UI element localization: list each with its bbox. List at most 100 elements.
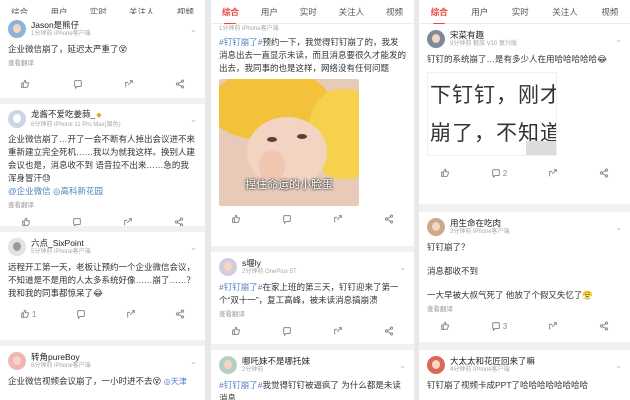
translate-link[interactable]: 查看翻译: [8, 59, 197, 69]
avatar[interactable]: [8, 20, 26, 38]
share-icon: [384, 326, 394, 336]
action-bar: [211, 320, 414, 342]
post-card[interactable]: 宋菜有趣 9分钟前 魅族 V10 复兴版 ⌄ 钉钉的系统崩了…是有多少人在用哈哈…: [419, 24, 630, 204]
chevron-down-icon[interactable]: ⌄: [396, 361, 406, 370]
post-username[interactable]: Jason是熊仔: [31, 20, 187, 30]
comment-button[interactable]: [73, 79, 83, 89]
post-username[interactable]: 转角pureBoy: [31, 352, 187, 362]
comment-button[interactable]: 3: [491, 321, 507, 331]
chevron-down-icon[interactable]: ⌄: [396, 263, 406, 272]
tab-users[interactable]: 用户: [469, 2, 490, 22]
tab-following[interactable]: 关注人: [337, 2, 367, 22]
post-card[interactable]: 六点_SixPoint 5分钟前 iPhone客户端 ⌄ 远程开工第一天，老板让…: [0, 232, 205, 340]
like-button[interactable]: [20, 79, 32, 89]
post-username[interactable]: 哪吒妹不是哪托妹: [242, 356, 396, 366]
chevron-down-icon[interactable]: ⌄: [612, 223, 622, 232]
like-button[interactable]: [231, 214, 241, 224]
share-button[interactable]: [174, 217, 184, 226]
tab-video[interactable]: 视频: [384, 2, 405, 22]
avatar[interactable]: [427, 218, 445, 236]
comment-icon: [282, 214, 292, 224]
post-username[interactable]: 六点_SixPoint: [31, 238, 187, 248]
comment-button[interactable]: 2: [491, 168, 507, 178]
like-button[interactable]: [21, 217, 31, 226]
translate-link[interactable]: 查看翻译: [427, 305, 622, 315]
share-button[interactable]: [175, 79, 185, 89]
location-link[interactable]: 天津: [171, 377, 187, 386]
chevron-down-icon[interactable]: ⌄: [187, 115, 197, 124]
post-card[interactable]: 哪吒妹不是哪托妹 2分钟前 ⌄ #钉钉崩了#我觉得钉钉被逼疯了 为什么都是未读消…: [211, 350, 414, 400]
avatar[interactable]: [8, 352, 26, 370]
post-image[interactable]: 下钉钉，刚才 崩了，不知道: [427, 72, 557, 156]
comment-button[interactable]: [72, 217, 82, 226]
repost-button[interactable]: [124, 79, 134, 89]
translate-link[interactable]: 查看翻译: [219, 310, 406, 320]
chevron-down-icon[interactable]: ⌄: [187, 357, 197, 366]
action-bar: [211, 208, 414, 230]
post-card[interactable]: 龙酱不爱吃姜蒜_◆ 6分钟前 iPhone 11 Pro Max(银色) ⌄ 企…: [0, 104, 205, 226]
chevron-down-icon[interactable]: ⌄: [187, 25, 197, 34]
topic-link[interactable]: #钉钉崩了#: [219, 37, 262, 47]
tab-realtime[interactable]: 实时: [298, 2, 319, 22]
repost-button[interactable]: [548, 168, 558, 178]
action-bar: 3: [419, 315, 630, 337]
thumbs-up-icon: [21, 217, 31, 226]
post-card[interactable]: s堰ly 2分钟前 OnePlus 5T ⌄ #钉钉崩了#在家上班的第三天，钉钉…: [211, 252, 414, 344]
like-button[interactable]: [440, 321, 450, 331]
post-card[interactable]: 用生命在吃肉 3分钟前 iPhone客户端 ⌄ 钉钉崩了？ 消息都收不到 一大早…: [419, 212, 630, 342]
repost-button[interactable]: [126, 309, 136, 319]
repost-icon: [123, 217, 133, 226]
post-username[interactable]: 大太太和花匠回来了嘛: [450, 356, 612, 366]
like-button[interactable]: 1: [20, 309, 36, 319]
post-username[interactable]: 宋菜有趣: [450, 30, 612, 40]
share-button[interactable]: [599, 321, 609, 331]
tab-comprehensive[interactable]: 综合: [220, 2, 241, 25]
translate-link[interactable]: 查看翻译: [8, 201, 197, 211]
comment-button[interactable]: [282, 326, 292, 336]
repost-icon: [124, 79, 134, 89]
tab-users[interactable]: 用户: [259, 2, 280, 22]
tab-comprehensive[interactable]: 综合: [429, 2, 450, 25]
chevron-down-icon[interactable]: ⌄: [612, 35, 622, 44]
share-button[interactable]: [599, 168, 609, 178]
post-meta: 4分钟前 iPhone客户端: [450, 366, 510, 373]
post-username[interactable]: 用生命在吃肉: [450, 218, 612, 228]
comment-button[interactable]: [282, 214, 292, 224]
avatar[interactable]: [8, 238, 26, 256]
tab-video[interactable]: 视频: [599, 2, 620, 22]
post-username[interactable]: 龙酱不爱吃姜蒜_◆: [31, 109, 187, 121]
like-button[interactable]: [231, 326, 241, 336]
repost-button[interactable]: [333, 326, 343, 336]
chevron-down-icon[interactable]: ⌄: [187, 243, 197, 252]
post-card[interactable]: 1分钟前 iPhone客户端 #钉钉崩了#预约一下，我觉得钉钉崩了的，我发消息出…: [211, 24, 414, 246]
tab-following[interactable]: 关注人: [550, 2, 580, 22]
mention-link[interactable]: @企业微信: [8, 186, 51, 196]
avatar[interactable]: [219, 258, 237, 276]
like-button[interactable]: [440, 168, 450, 178]
avatar[interactable]: [427, 356, 445, 374]
post-card[interactable]: 转角pureBoy 8分钟前 iPhone客户端 ⌄ 企业微信视频会议崩了，一小…: [0, 346, 205, 400]
post-card[interactable]: 大太太和花匠回来了嘛 4分钟前 iPhone客户端 ⌄ 钉钉崩了视频卡成PPT了…: [419, 350, 630, 400]
post-text: 钉钉崩了？ 消息都收不到 一大早被大叔气死了 他放了个假又失忆了😤: [427, 241, 622, 302]
post-image[interactable]: 捏住命运的小脸蛋: [219, 79, 359, 206]
comment-button[interactable]: [76, 309, 86, 319]
avatar[interactable]: [8, 110, 26, 128]
post-card[interactable]: Jason是熊仔 1分钟前 iPhone客户端 ⌄ 企业微信崩了，延迟太严重了😵…: [0, 14, 205, 98]
post-username[interactable]: s堰ly: [242, 258, 396, 268]
share-button[interactable]: [175, 309, 185, 319]
repost-button[interactable]: [548, 321, 558, 331]
share-icon: [599, 168, 609, 178]
repost-icon: [333, 326, 343, 336]
repost-button[interactable]: [123, 217, 133, 226]
avatar[interactable]: [427, 30, 445, 48]
repost-button[interactable]: [333, 214, 343, 224]
location-link[interactable]: 高科新花园: [60, 186, 103, 196]
topic-link[interactable]: #钉钉崩了#: [219, 380, 262, 390]
post-text: #钉钉崩了#预约一下，我觉得钉钉崩了的，我发消息出去一直显示未读，而且消息要很久…: [219, 37, 407, 73]
topic-link[interactable]: #钉钉崩了#: [219, 282, 262, 292]
avatar[interactable]: [219, 356, 237, 374]
share-button[interactable]: [384, 326, 394, 336]
chevron-down-icon[interactable]: ⌄: [612, 361, 622, 370]
tab-realtime[interactable]: 实时: [510, 2, 531, 22]
share-button[interactable]: [384, 214, 394, 224]
